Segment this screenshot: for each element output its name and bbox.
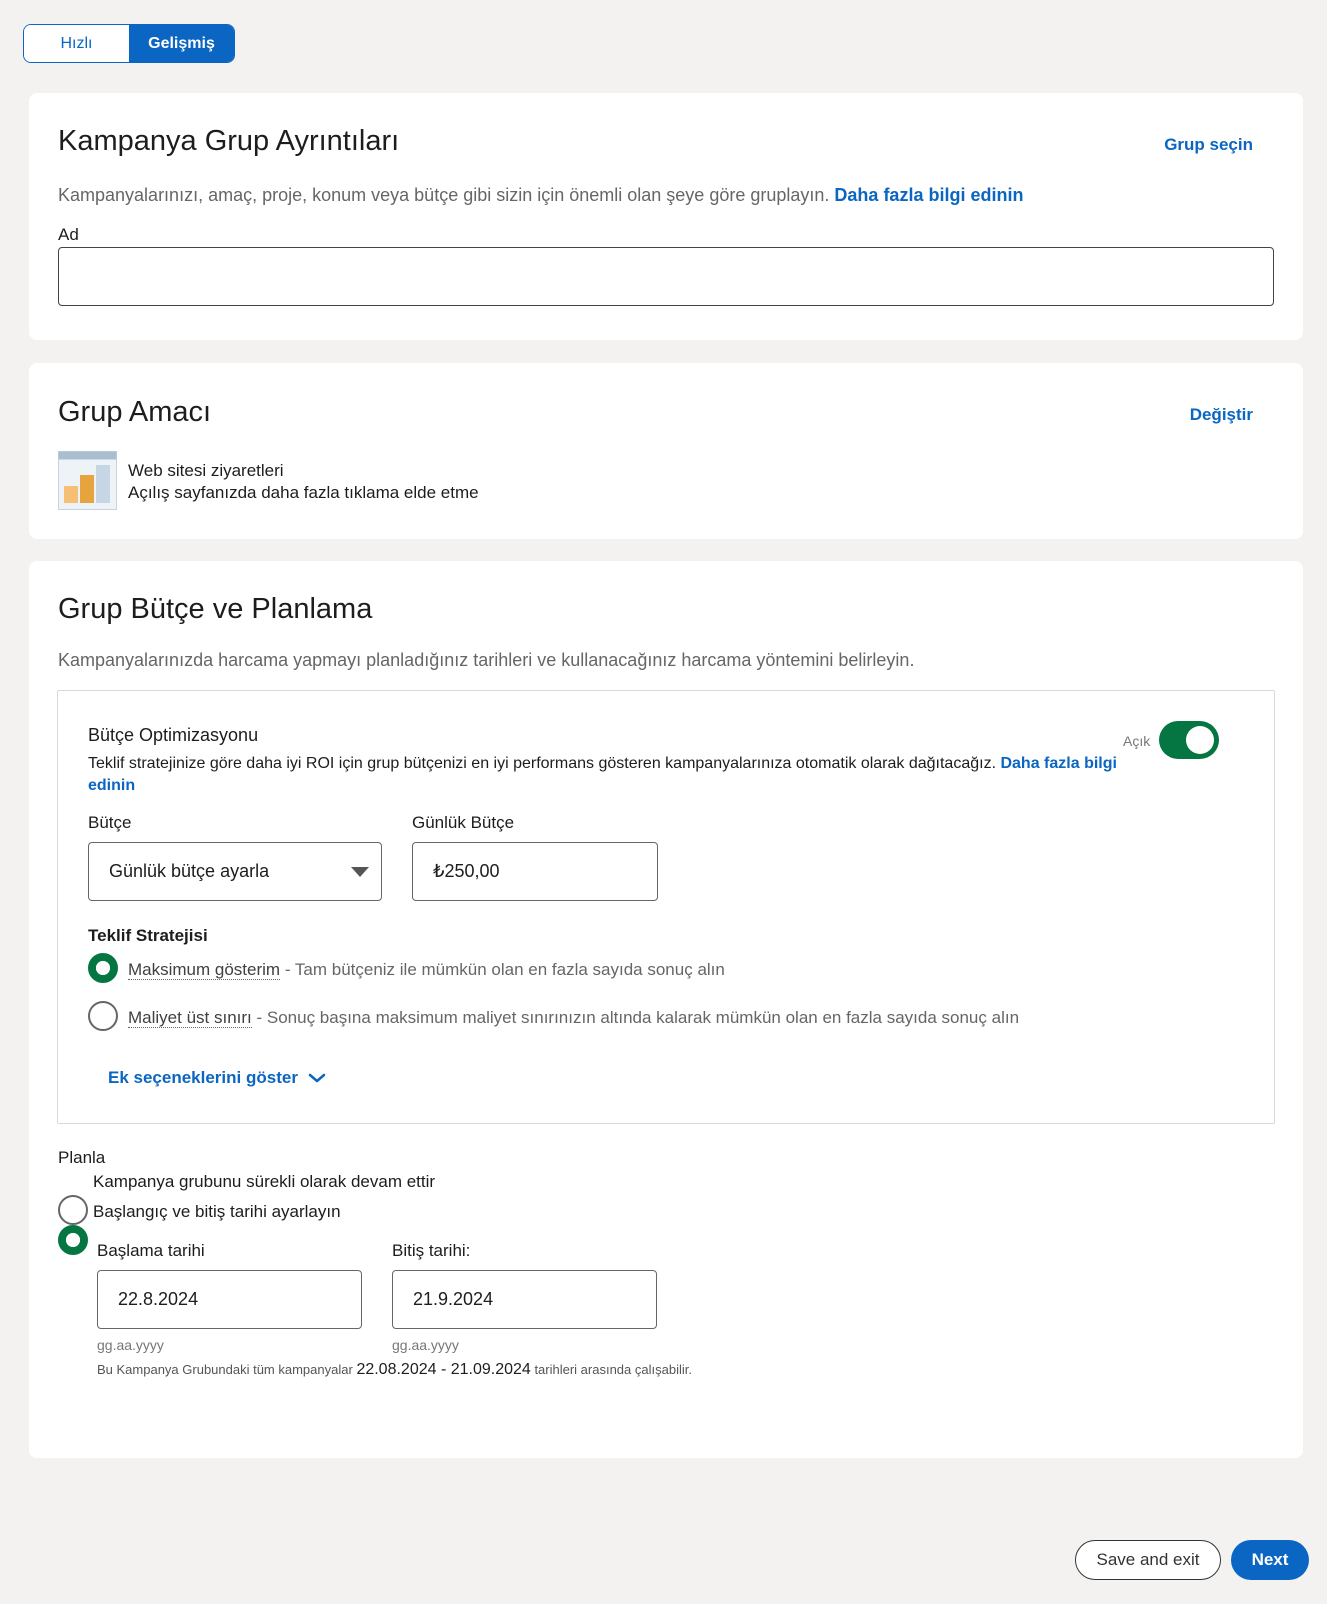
strategy-label: Teklif Stratejisi [88,926,208,945]
group-details-card: Kampanya Grup Ayrıntıları Grup seçin Kam… [29,93,1303,340]
start-date-label: Başlama tarihi [97,1241,205,1260]
budget-optimization-panel: Bütçe Optimizasyonu Teklif stratejinize … [57,690,1275,1124]
daily-budget-input[interactable] [412,842,658,901]
objective-title: Grup Amacı [58,396,212,428]
strategy-max-name[interactable]: Maksimum gösterim [128,960,281,980]
start-date-format-hint: gg.aa.yyyy [97,1337,164,1353]
mode-toggle: Hızlı Gelişmiş [23,24,235,63]
budget-label: Bütçe [88,813,132,832]
save-and-exit-button[interactable]: Save and exit [1075,1540,1221,1580]
budget-type-select[interactable]: Günlük bütçe ayarla [88,842,382,901]
change-objective-link[interactable]: Değiştir [1190,405,1253,425]
bar-chart-icon [58,451,117,510]
details-description: Kampanyalarınızı, amaç, proje, konum vey… [58,185,1023,206]
strategy-cap-desc: - Sonuç başına maksimum maliyet sınırını… [251,1008,1020,1027]
schedule-note-suffix: tarihleri arasında çalışabilir. [534,1362,692,1377]
strategy-max-option: Maksimum gösterim - Tam bütçeniz ile müm… [128,960,725,980]
toggle-knob [1186,726,1214,754]
select-group-link[interactable]: Grup seçin [1164,135,1253,155]
optimization-description-text: Teklif stratejinize göre daha iyi ROI iç… [88,755,997,772]
end-date-format-hint: gg.aa.yyyy [392,1337,459,1353]
budget-schedule-card: Grup Bütçe ve Planlama Kampanyalarınızda… [29,561,1303,1458]
tab-quick[interactable]: Hızlı [24,25,129,62]
continuous-radio[interactable] [58,1195,88,1225]
details-title: Kampanya Grup Ayrıntıları [58,125,400,157]
optimization-description: Teklif stratejinize göre daha iyi ROI iç… [88,753,1133,797]
strategy-max-desc: - Tam bütçeniz ile mümkün olan en fazla … [280,960,725,979]
strategy-max-radio[interactable] [88,953,118,983]
date-range-radio[interactable] [58,1225,88,1255]
tab-advanced[interactable]: Gelişmiş [129,25,234,62]
chevron-down-icon [308,1073,326,1083]
end-date-input[interactable] [392,1270,657,1329]
start-date-input[interactable] [97,1270,362,1329]
name-input[interactable] [58,247,1274,306]
schedule-note: Bu Kampanya Grubundaki tüm kampanyalar 2… [97,1361,692,1379]
schedule-note-range: 22.08.2024 - 21.09.2024 [356,1361,531,1378]
objective-name: Web sitesi ziyaretleri [128,461,284,480]
group-objective-card: Grup Amacı Değiştir Web sitesi ziyaretle… [29,363,1303,539]
budget-optimization-toggle[interactable] [1159,721,1219,759]
strategy-cap-name[interactable]: Maliyet üst sınırı [128,1008,252,1028]
caret-down-icon [351,867,369,877]
toggle-label: Açık [1123,733,1151,749]
more-options-label: Ek seçeneklerini göster [108,1068,298,1087]
strategy-cap-radio[interactable] [88,1001,118,1031]
schedule-label: Planla [58,1148,106,1167]
daily-budget-label: Günlük Bütçe [412,813,515,832]
budget-title: Grup Bütçe ve Planlama [58,593,373,625]
end-date-label: Bitiş tarihi: [392,1241,471,1260]
budget-description: Kampanyalarınızda harcama yapmayı planla… [58,650,915,670]
schedule-note-prefix: Bu Kampanya Grubundaki tüm kampanyalar [97,1362,353,1377]
name-label: Ad [58,225,79,244]
details-description-text: Kampanyalarınızı, amaç, proje, konum vey… [58,185,830,205]
next-button[interactable]: Next [1231,1540,1309,1580]
strategy-cap-option: Maliyet üst sınırı - Sonuç başına maksim… [128,1008,1019,1028]
learn-more-link[interactable]: Daha fazla bilgi edinin [834,185,1023,205]
budget-type-value: Günlük bütçe ayarla [109,861,270,881]
more-options-toggle[interactable]: Ek seçeneklerini göster [108,1068,326,1088]
optimization-learn-more-link-1[interactable]: Daha fazla [1000,755,1079,772]
objective-description: Açılış sayfanızda daha fazla tıklama eld… [128,483,479,502]
continuous-label: Kampanya grubunu sürekli olarak devam et… [93,1172,436,1191]
date-range-label: Başlangıç ve bitiş tarihi ayarlayın [93,1202,341,1221]
optimization-title: Bütçe Optimizasyonu [88,725,259,745]
